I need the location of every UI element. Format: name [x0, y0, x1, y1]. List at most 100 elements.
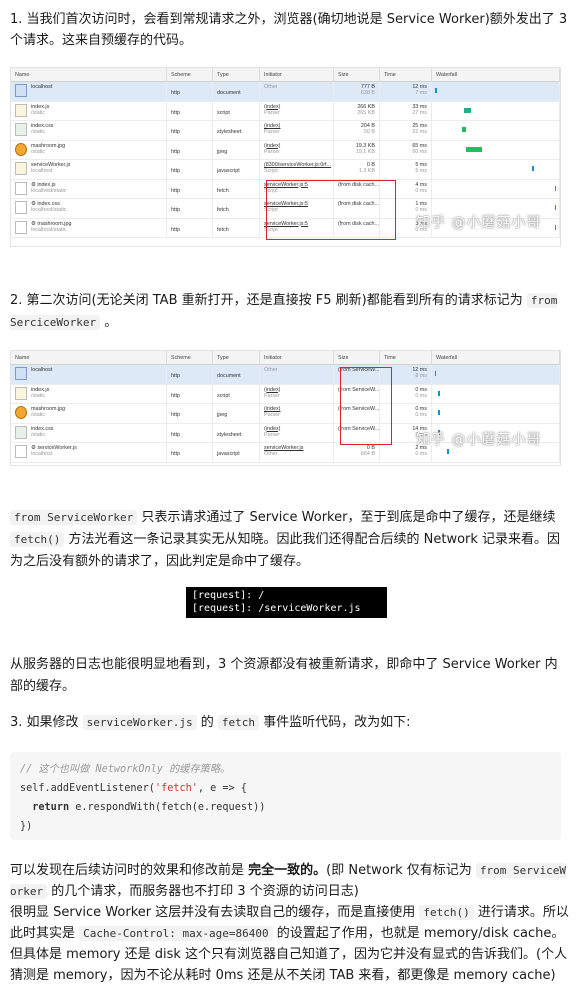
table-row[interactable]: mashroom.jpg/static http jpeg (index) Parser…	[11, 140, 560, 160]
time-sub: 5 ms	[415, 168, 427, 175]
type-cell: fetch	[213, 199, 260, 218]
size-text: (from ServiceW...	[338, 425, 380, 432]
initiator-link[interactable]: serviceWorker.js:5	[264, 221, 308, 227]
column-header-size[interactable]: Size	[334, 351, 380, 365]
initiator-cell: Other	[260, 365, 334, 384]
type-text: script	[217, 392, 230, 399]
file-type-icon	[15, 220, 27, 234]
initiator-cell: serviceWorker.js:5 Script	[260, 199, 334, 218]
size-text: (from ServiceW...	[338, 406, 380, 412]
paragraph-2-end: 。	[104, 315, 118, 330]
paragraph-6: 可以发现在后续访问时的效果和修改前是 完全一致的。(即 Network 仅有标记…	[10, 860, 570, 986]
initiator-link[interactable]: (8300/serviceWorker.js:0rf...	[264, 162, 331, 168]
file-name: serviceWorker.js	[31, 162, 71, 168]
table-row[interactable]: serviceWorker.js localhost http javascript (…	[11, 160, 560, 180]
initiator-link[interactable]: (index)	[264, 426, 280, 432]
column-header-name[interactable]: Name	[11, 68, 167, 82]
paragraph-3: from ServiceWorker 只表示请求通过了 Service Work…	[10, 507, 570, 573]
name-text: localhost	[31, 367, 52, 373]
scheme-text: http	[171, 412, 180, 419]
time-sub: 0 ms	[415, 412, 427, 419]
waterfall-cell	[432, 101, 560, 120]
size-cell: (from disk cach...	[334, 199, 380, 218]
scheme-text: http	[171, 451, 180, 458]
paragraph-6-t1: 可以发现在后续访问时的效果和修改前是	[10, 863, 249, 878]
table-row[interactable]: index.js/static http script (index) Parser 26…	[11, 101, 560, 121]
initiator-cell: (index) Parser	[260, 423, 334, 442]
file-type-icon	[15, 123, 27, 136]
waterfall-bar	[555, 224, 557, 230]
waterfall-bar	[466, 146, 482, 152]
type-cell: javascript	[213, 160, 260, 179]
scheme-text: http	[171, 226, 180, 233]
column-header-waterfall[interactable]: Waterfall	[432, 68, 560, 82]
column-header-type[interactable]: Type	[213, 68, 260, 82]
name-text: index.css/static	[31, 123, 53, 136]
initiator-link[interactable]: Other	[264, 84, 277, 90]
type-cell: javascript	[213, 443, 260, 462]
table-row[interactable]: ⚙ index.js localhost/static http fetch servi…	[11, 179, 560, 199]
column-header-initiator[interactable]: Initiator	[260, 68, 334, 82]
scheme-cell: http	[167, 404, 213, 423]
paragraph-4-text: 从服务器的日志也能很明显地看到，3 个资源都没有被重新请求，即命中了 Servi…	[10, 657, 558, 694]
column-header-name[interactable]: Name	[11, 351, 167, 365]
scheme-text: http	[171, 109, 180, 116]
initiator-sub: Script	[264, 168, 278, 175]
table-row[interactable]: localhost http document Other (from ServiceW…	[11, 365, 560, 385]
size-text: (from disk cach...	[338, 181, 380, 188]
table-row[interactable]: index.css/static http stylesheet (index) Par…	[11, 121, 560, 141]
inline-code-from-serviceworker: from ServiceWorker	[10, 510, 138, 525]
initiator-link[interactable]: (index)	[264, 143, 280, 149]
emphasis-text: 完全一致的。	[248, 863, 327, 878]
time-sub: 0 ms	[415, 207, 427, 214]
time-sub: 8 ms	[415, 373, 427, 380]
file-path: localhost/static	[31, 226, 67, 233]
size-cell: 266 KB 265 KB	[334, 101, 380, 120]
paragraph-5-text-b: 的	[196, 715, 218, 730]
initiator-link[interactable]: (index)	[264, 123, 280, 129]
file-type-icon	[15, 406, 27, 419]
column-header-initiator[interactable]: Initiator	[260, 351, 334, 365]
terminal-line-1: [request]: /	[192, 590, 265, 601]
initiator-link[interactable]: serviceWorker.js	[264, 445, 303, 451]
column-header-scheme[interactable]: Scheme	[167, 351, 213, 365]
column-header-scheme[interactable]: Scheme	[167, 68, 213, 82]
paragraph-6-t2: (即 Network 仅有标记为	[326, 863, 476, 878]
table-row[interactable]: mashroom.jpg/static http jpeg (index) Parser…	[11, 404, 560, 424]
scheme-text: http	[171, 148, 180, 155]
waterfall-bar	[447, 449, 449, 454]
scheme-text: http	[171, 392, 180, 399]
column-header-size[interactable]: Size	[334, 68, 380, 82]
column-header-time[interactable]: Time	[380, 68, 432, 82]
initiator-link[interactable]: (index)	[264, 406, 280, 412]
time-sub: 60 ms	[412, 148, 427, 155]
initiator-link[interactable]: serviceWorker.js:5	[264, 182, 308, 188]
initiator-link[interactable]: (index)	[264, 387, 280, 393]
file-type-icon	[15, 162, 27, 175]
time-cell: 25 ms 22 ms	[380, 121, 432, 140]
time-cell: 12 ms 7 ms	[380, 82, 432, 101]
name-cell: index.css/static	[11, 423, 167, 442]
column-header-time[interactable]: Time	[380, 351, 432, 365]
size-cell: (from ServiceW...	[334, 423, 380, 442]
name-text: serviceWorker.js localhost	[31, 162, 70, 175]
initiator-link[interactable]: serviceWorker.js:5	[264, 201, 308, 207]
initiator-link[interactable]: (index)	[264, 104, 280, 110]
size-cell: (from ServiceW...	[334, 365, 380, 384]
scheme-text: http	[171, 187, 180, 194]
table-row[interactable]: localhost http document Other 777 B 638 B 12 m…	[11, 82, 560, 102]
column-header-waterfall[interactable]: Waterfall	[432, 351, 560, 365]
column-header-type[interactable]: Type	[213, 351, 260, 365]
terminal-line-2: [request]: /serviceWorker.js	[192, 603, 361, 614]
name-cell: ⚙ mashroom.jpg localhost/static	[11, 218, 167, 237]
scheme-cell: http	[167, 199, 213, 218]
type-text: fetch	[217, 187, 229, 194]
type-text: javascript	[217, 168, 240, 175]
table-row[interactable]: index.js/static http script (index) Parser (f…	[11, 384, 560, 404]
time-sub: 0 ms	[415, 392, 427, 399]
initiator-link[interactable]: Other	[264, 367, 277, 373]
time-cell: 33 ms 27 ms	[380, 101, 432, 120]
scheme-cell: http	[167, 140, 213, 159]
scheme-cell: http	[167, 179, 213, 198]
name-cell: serviceWorker.js localhost	[11, 160, 167, 179]
